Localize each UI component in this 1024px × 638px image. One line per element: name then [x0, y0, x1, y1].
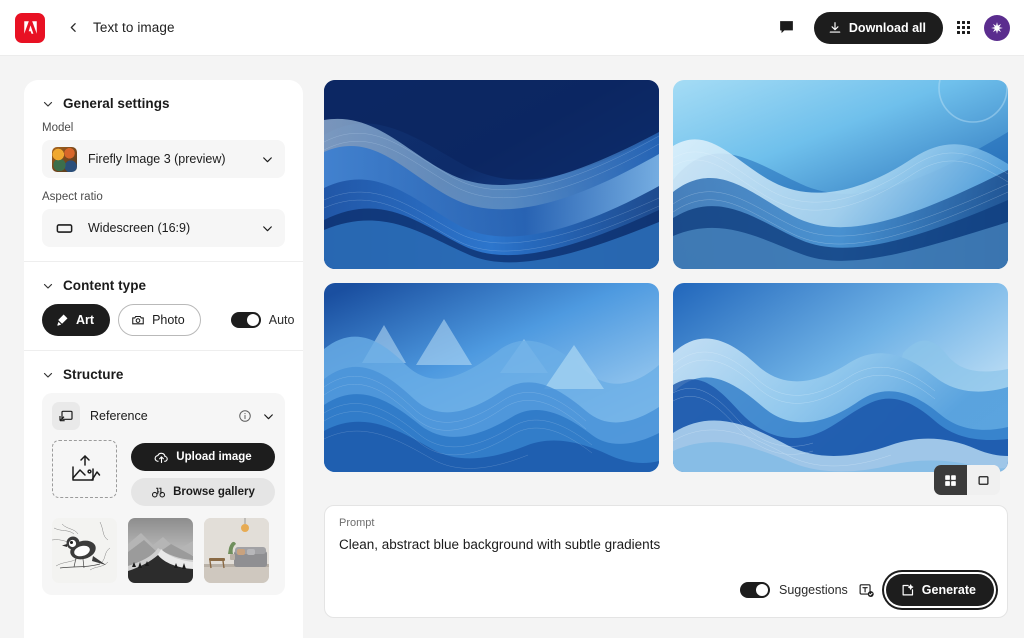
chevron-down-icon — [261, 153, 274, 166]
model-thumbnail-icon — [52, 146, 77, 172]
download-icon — [828, 21, 842, 35]
page-title: Text to image — [93, 20, 175, 35]
general-settings-header[interactable]: General settings — [42, 96, 285, 111]
cloud-upload-icon — [154, 450, 169, 465]
single-view-button[interactable] — [967, 465, 1000, 495]
chevron-down-icon[interactable] — [262, 410, 275, 423]
reference-thumbnails — [52, 518, 275, 583]
feedback-icon[interactable] — [774, 15, 800, 41]
aspect-ratio-select[interactable]: Widescreen (16:9) — [42, 209, 285, 247]
chevron-down-icon — [261, 222, 274, 235]
generate-button[interactable]: Generate — [885, 574, 994, 606]
art-brush-icon — [55, 313, 69, 327]
camera-icon — [131, 313, 145, 327]
upload-image-button[interactable]: Upload image — [131, 443, 275, 471]
prompt-input[interactable]: Clean, abstract blue background with sub… — [339, 536, 993, 554]
structure-header[interactable]: Structure — [42, 367, 285, 382]
reference-label: Reference — [90, 409, 148, 423]
results-grid — [324, 80, 1008, 473]
mountain-river-thumbnail[interactable] — [128, 518, 193, 583]
model-select[interactable]: Firefly Image 3 (preview) — [42, 140, 285, 178]
aspect-ratio-value: Widescreen (16:9) — [88, 221, 191, 235]
generate-label: Generate — [921, 583, 976, 597]
top-bar: Text to image Download all — [0, 0, 1024, 56]
suggestions-label: Suggestions — [778, 583, 848, 597]
content-type-section: Content type Art Photo Auto — [24, 261, 303, 350]
app-grid-icon[interactable] — [957, 21, 970, 34]
download-all-button[interactable]: Download all — [813, 11, 943, 44]
top-bar-actions: Download all — [774, 11, 1010, 44]
prompt-bar[interactable]: Prompt Clean, abstract blue background w… — [324, 505, 1008, 618]
browse-gallery-button[interactable]: Browse gallery — [131, 478, 275, 506]
reference-actions: Upload image Browse gallery — [131, 440, 275, 506]
binoculars-icon — [151, 485, 166, 500]
content-type-art-button[interactable]: Art — [42, 304, 111, 336]
prompt-label: Prompt — [339, 517, 375, 529]
suggestions-toggle[interactable] — [739, 582, 770, 598]
general-settings-title: General settings — [63, 96, 170, 111]
model-label: Model — [42, 122, 74, 134]
image-reference-icon — [52, 402, 80, 430]
back-button[interactable] — [63, 18, 83, 38]
adobe-logo-icon[interactable] — [15, 12, 45, 43]
reference-header[interactable]: Reference — [52, 402, 275, 430]
content-type-art-label: Art — [76, 313, 95, 327]
image-upload-dropzone[interactable] — [52, 440, 117, 498]
image-upload-icon — [68, 454, 102, 484]
general-settings-section: General settings Model Firefly Image 3 (… — [24, 80, 303, 261]
upload-image-label: Upload image — [176, 451, 252, 463]
generated-image-2[interactable] — [673, 80, 1008, 269]
living-room-thumbnail[interactable] — [204, 518, 269, 583]
view-mode-toggle — [934, 465, 1000, 495]
reference-card: Reference Upload image Browse gallery — [42, 393, 285, 595]
settings-panel: General settings Model Firefly Image 3 (… — [24, 80, 303, 638]
reference-body: Upload image Browse gallery — [52, 440, 275, 506]
info-circle-icon[interactable] — [238, 409, 252, 423]
content-type-photo-button[interactable]: Photo — [118, 304, 201, 336]
auto-toggle[interactable] — [230, 312, 261, 328]
chevron-down-icon — [42, 369, 54, 381]
generated-image-4[interactable] — [673, 283, 1008, 472]
user-avatar-icon[interactable] — [984, 14, 1010, 41]
content-type-title: Content type — [63, 278, 147, 293]
generate-sparkle-icon — [900, 583, 915, 598]
download-all-label: Download all — [848, 20, 926, 35]
content-type-photo-label: Photo — [152, 313, 185, 327]
content-type-options: Art Photo Auto — [42, 304, 294, 336]
aspect-ratio-label: Aspect ratio — [42, 191, 103, 203]
structure-section: Structure Reference Upload image Browse … — [24, 350, 303, 609]
generated-image-1[interactable] — [324, 80, 659, 269]
auto-toggle-label: Auto — [268, 313, 295, 327]
rectangle-landscape-icon — [52, 216, 77, 241]
content-type-header[interactable]: Content type — [42, 278, 285, 293]
prompt-actions: Suggestions Generate — [739, 574, 994, 606]
chevron-down-icon — [42, 98, 54, 110]
bird-sketch-thumbnail[interactable] — [52, 518, 117, 583]
structure-title: Structure — [63, 367, 124, 382]
chevron-down-icon — [42, 280, 54, 292]
browse-gallery-label: Browse gallery — [173, 486, 255, 498]
model-value: Firefly Image 3 (preview) — [88, 152, 226, 166]
text-check-icon[interactable] — [857, 580, 877, 600]
generated-image-3[interactable] — [324, 283, 659, 472]
grid-view-button[interactable] — [934, 465, 967, 495]
